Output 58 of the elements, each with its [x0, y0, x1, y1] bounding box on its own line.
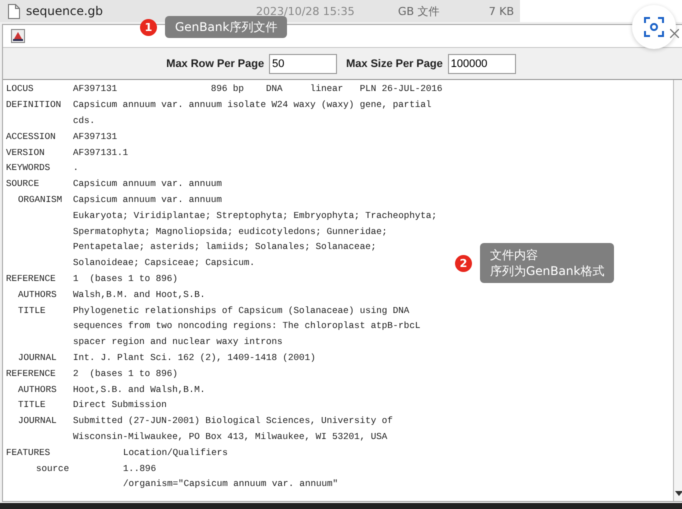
record-key: TITLE	[6, 304, 73, 316]
record-value: Capsicum annuum var. annuum isolate W24 waxy (waxy) gene, partial	[73, 99, 432, 110]
app-icon	[11, 29, 25, 43]
record-key: SOURCE	[6, 178, 73, 190]
record-value: 1 (bases 1 to 896)	[73, 272, 178, 284]
record-key: AUTHORS	[6, 288, 73, 300]
record-value: Location/Qualifiers	[123, 446, 228, 458]
scan-icon	[644, 17, 664, 37]
record-value: Walsh,B.M. and Hoot,S.B.	[73, 288, 206, 300]
record-value: cds.	[73, 114, 96, 126]
field-label: Max Row Per Page	[166, 58, 264, 70]
record-value: Phylogenetic relationships of Capsicum (Solanaceae) using DNA	[73, 304, 410, 316]
record-value: .	[73, 162, 79, 174]
record-value: Hoot,S.B. and Walsh,B.M.	[73, 384, 206, 395]
file-size: 7 KB	[488, 4, 514, 18]
record-value: Int. J. Plant Sci. 162 (2), 1409-1418 (2001)	[73, 352, 316, 363]
record-value: 2 (bases 1 to 896)	[73, 368, 178, 379]
record-key: TITLE	[6, 399, 73, 410]
file-type: GB 文件	[398, 4, 441, 18]
record-key: KEYWORDS	[6, 162, 73, 174]
record-value: AF397131 896 bp DNA linear PLN 26-JUL-2016	[73, 83, 442, 94]
file-name[interactable]: sequence.gb	[26, 4, 186, 18]
record-key: JOURNAL	[6, 352, 73, 363]
record-value: Pentapetalae; asterids; lamiids; Solanales; Solanaceae;	[73, 241, 376, 252]
record-value: Capsicum annuum var. annuum	[73, 194, 222, 205]
record-key: FEATURES	[6, 446, 123, 458]
record-value: Solanoideae; Capsiceae; Capsicum.	[73, 257, 255, 268]
record-key: ACCESSION	[6, 130, 73, 142]
close-icon[interactable]	[670, 29, 679, 38]
record-value: spacer region and nuclear waxy introns	[73, 336, 283, 348]
record-key: ORGANISM	[6, 194, 73, 205]
feature-key: source	[6, 462, 123, 474]
file-icon	[8, 4, 20, 18]
record-key: VERSION	[6, 146, 73, 158]
record-value: sequences from two noncoding regions: The chloroplast atpB-rbcL	[73, 320, 420, 332]
record-value: Submitted (27-JUN-2001) Biological Sciences, University of	[73, 415, 393, 426]
record-value: AF397131.1	[73, 146, 128, 158]
input-field[interactable]: 100000	[448, 54, 516, 74]
callout-tooltip: GenBank序列文件	[165, 16, 288, 38]
record-value: AF397131	[73, 130, 118, 142]
record-value: Spermatophyta; Magnoliopsida; eudicotyledons; Gunneridae;	[73, 226, 388, 237]
record-value: Capsicum annuum var. annuum	[73, 178, 222, 190]
feature-value: 1..896	[123, 462, 156, 474]
record-key: REFERENCE	[6, 272, 73, 284]
field-label: Max Size Per Page	[346, 58, 443, 70]
scroll-down-icon[interactable]	[674, 491, 682, 497]
input-field[interactable]: 50	[269, 54, 338, 74]
record-key: REFERENCE	[6, 368, 73, 379]
record-value: Direct Submission	[73, 399, 167, 410]
feature-value: /organism="Capsicum annuum var. annuum"	[123, 478, 338, 490]
record-value: Eukaryota; Viridiplantae; Streptophyta; Embryophyta; Tracheophyta;	[73, 210, 437, 221]
file-date: 2023/10/28 15:35	[256, 4, 356, 18]
record-value: Wisconsin-Milwaukee, PO Box 413, Milwaukee, WI 53201, USA	[73, 430, 388, 442]
record-key: LOCUS	[6, 83, 73, 94]
record-key: DEFINITION	[6, 99, 73, 110]
callout-tooltip: 文件内容 序列为GenBank格式	[480, 243, 614, 283]
record-key: AUTHORS	[6, 384, 73, 395]
record-key: JOURNAL	[6, 415, 73, 426]
